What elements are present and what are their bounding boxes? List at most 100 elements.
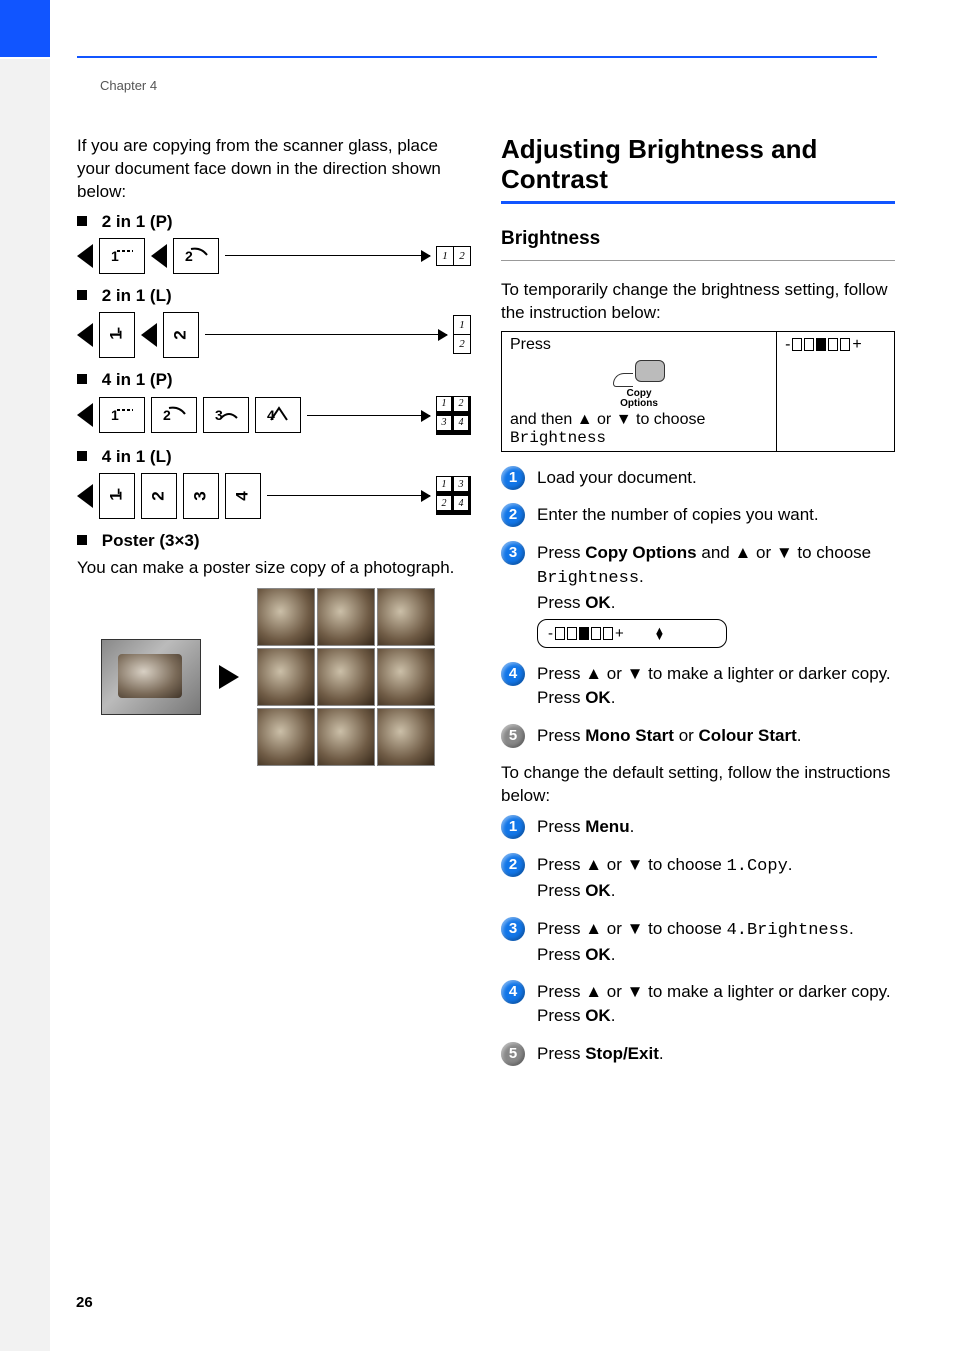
- step-a5: 5 Press Mono Start or Colour Start.: [501, 724, 895, 748]
- result-arrow-icon: [267, 495, 430, 496]
- feed-arrow-icon: [151, 244, 167, 268]
- chapter-label: Chapter 4: [100, 78, 157, 93]
- step-a3: 3 Press Copy Options and ▲ or ▼ to choos…: [501, 541, 895, 648]
- cell-1: 1: [454, 316, 470, 334]
- up-down-icon: ▲▼: [654, 628, 665, 640]
- brightness-panel-table: Press CopyOptions and then ▲ or ▼ to cho…: [501, 331, 895, 452]
- down-arrow-icon: ▼: [616, 411, 632, 428]
- poster-tile: [257, 708, 315, 766]
- step-number-icon: 3: [501, 541, 525, 565]
- cell-2: 2: [454, 247, 470, 265]
- heading-rule: [501, 201, 895, 204]
- step-number-icon: 1: [501, 466, 525, 490]
- header-rule: [77, 56, 877, 58]
- step-b3: 3 Press ▲ or ▼ to choose 4.Brightness. P…: [501, 917, 895, 967]
- result-arrow-icon: [225, 255, 430, 256]
- cell-4: 4: [454, 496, 468, 510]
- cell-1: 1: [437, 247, 453, 265]
- cell-2: 2: [437, 496, 451, 510]
- poster-tile: [317, 648, 375, 706]
- page-4-landscape: 4: [255, 397, 301, 433]
- option-poster-label: Poster (3×3): [102, 531, 200, 550]
- poster-tile: [377, 708, 435, 766]
- panel-and-then-line: and then ▲ or ▼ to choose: [510, 411, 768, 429]
- step-number-icon: 4: [501, 662, 525, 686]
- brightness-intro: To temporarily change the brightness set…: [501, 279, 895, 325]
- option-2in1-p-label: 2 in 1 (P): [102, 212, 173, 231]
- page-number: 26: [76, 1294, 93, 1311]
- down-arrow-icon: ▼: [627, 919, 644, 938]
- cell-2: 2: [454, 397, 468, 411]
- svg-text:2: 2: [185, 248, 193, 264]
- svg-text:2: 2: [163, 407, 171, 423]
- step-number-icon: 4: [501, 980, 525, 1004]
- default-setting-intro: To change the default setting, follow th…: [501, 762, 895, 808]
- lcd-display: -+ ▲▼: [537, 619, 727, 649]
- down-arrow-icon: ▼: [627, 982, 644, 1001]
- scanner-intro-text: If you are copying from the scanner glas…: [77, 135, 471, 204]
- page-side-band: [0, 59, 50, 1351]
- heading-adjusting: Adjusting Brightness and Contrast: [501, 135, 895, 195]
- bullet-icon: [77, 216, 87, 226]
- poster-tile: [317, 588, 375, 646]
- bullet-icon: [77, 451, 87, 461]
- diagram-2in1-p: 1 2 1 2: [77, 238, 471, 274]
- up-arrow-icon: ▲: [585, 664, 602, 683]
- step-number-icon: 5: [501, 724, 525, 748]
- step-b5: 5 Press Stop/Exit.: [501, 1042, 895, 1066]
- poster-tile: [377, 648, 435, 706]
- cell-4: 4: [454, 416, 468, 430]
- feed-arrow-icon: [77, 244, 93, 268]
- diagram-2in1-l: 1̵ 2 1 2: [77, 312, 471, 358]
- result-arrow-icon: [307, 415, 430, 416]
- step-b2-text: Press ▲ or ▼ to choose 1.Copy. Press OK.: [537, 855, 793, 900]
- feed-arrow-icon: [77, 323, 93, 347]
- poster-source-photo: [101, 639, 201, 715]
- step-number-icon: 1: [501, 815, 525, 839]
- heading-brightness: Brightness: [501, 228, 895, 250]
- page-4-portrait: 4: [225, 473, 261, 519]
- copy-label-line2: Options: [620, 398, 658, 409]
- down-arrow-icon: ▼: [776, 543, 793, 562]
- option-2in1-l: 2 in 1 (L): [77, 286, 471, 306]
- page-2-portrait: 2: [141, 473, 177, 519]
- up-arrow-icon: ▲: [577, 411, 593, 428]
- step-number-icon: 2: [501, 503, 525, 527]
- poster-result-grid: [257, 588, 435, 766]
- option-4in1-p-label: 4 in 1 (P): [102, 370, 173, 389]
- step-a2-text: Enter the number of copies you want.: [537, 505, 819, 524]
- svg-text:3: 3: [215, 407, 223, 423]
- option-2in1-p: 2 in 1 (P): [77, 212, 471, 232]
- result-2in1-l: 1 2: [453, 315, 471, 354]
- step-b5-text: Press Stop/Exit.: [537, 1044, 664, 1063]
- page-2-portrait: 2: [163, 312, 199, 358]
- feed-arrow-icon: [141, 323, 157, 347]
- step-b4-text: Press ▲ or ▼ to make a lighter or darker…: [537, 982, 891, 1025]
- step-a4: 4 Press ▲ or ▼ to make a lighter or dark…: [501, 662, 895, 710]
- option-poster: Poster (3×3): [77, 531, 471, 551]
- result-2in1-p: 1 2: [436, 246, 471, 266]
- panel-press-label: Press: [510, 336, 768, 354]
- step-a3-text: Press Copy Options and ▲ or ▼ to choose …: [537, 543, 871, 612]
- bullet-icon: [77, 374, 87, 384]
- step-b1: 1 Press Menu.: [501, 815, 895, 839]
- poster-tile: [257, 648, 315, 706]
- cell-3: 3: [454, 477, 468, 491]
- diagram-poster: [101, 588, 471, 766]
- step-a5-text: Press Mono Start or Colour Start.: [537, 726, 802, 745]
- result-4in1-l: 1 3 2 4: [436, 476, 471, 515]
- page-2-landscape: 2: [173, 238, 219, 274]
- page-corner-tab: [0, 0, 50, 57]
- result-arrow-icon: [205, 334, 447, 335]
- step-b1-text: Press Menu.: [537, 817, 634, 836]
- step-a1-text: Load your document.: [537, 468, 697, 487]
- step-a4-text: Press ▲ or ▼ to make a lighter or darker…: [537, 664, 891, 707]
- up-arrow-icon: ▲: [585, 982, 602, 1001]
- up-arrow-icon: ▲: [734, 543, 751, 562]
- step-number-icon: 3: [501, 917, 525, 941]
- step-number-icon: 5: [501, 1042, 525, 1066]
- option-2in1-l-label: 2 in 1 (L): [102, 286, 172, 305]
- step-b2: 2 Press ▲ or ▼ to choose 1.Copy. Press O…: [501, 853, 895, 903]
- panel-lcd-segments: -+: [785, 336, 862, 354]
- feed-arrow-icon: [77, 403, 93, 427]
